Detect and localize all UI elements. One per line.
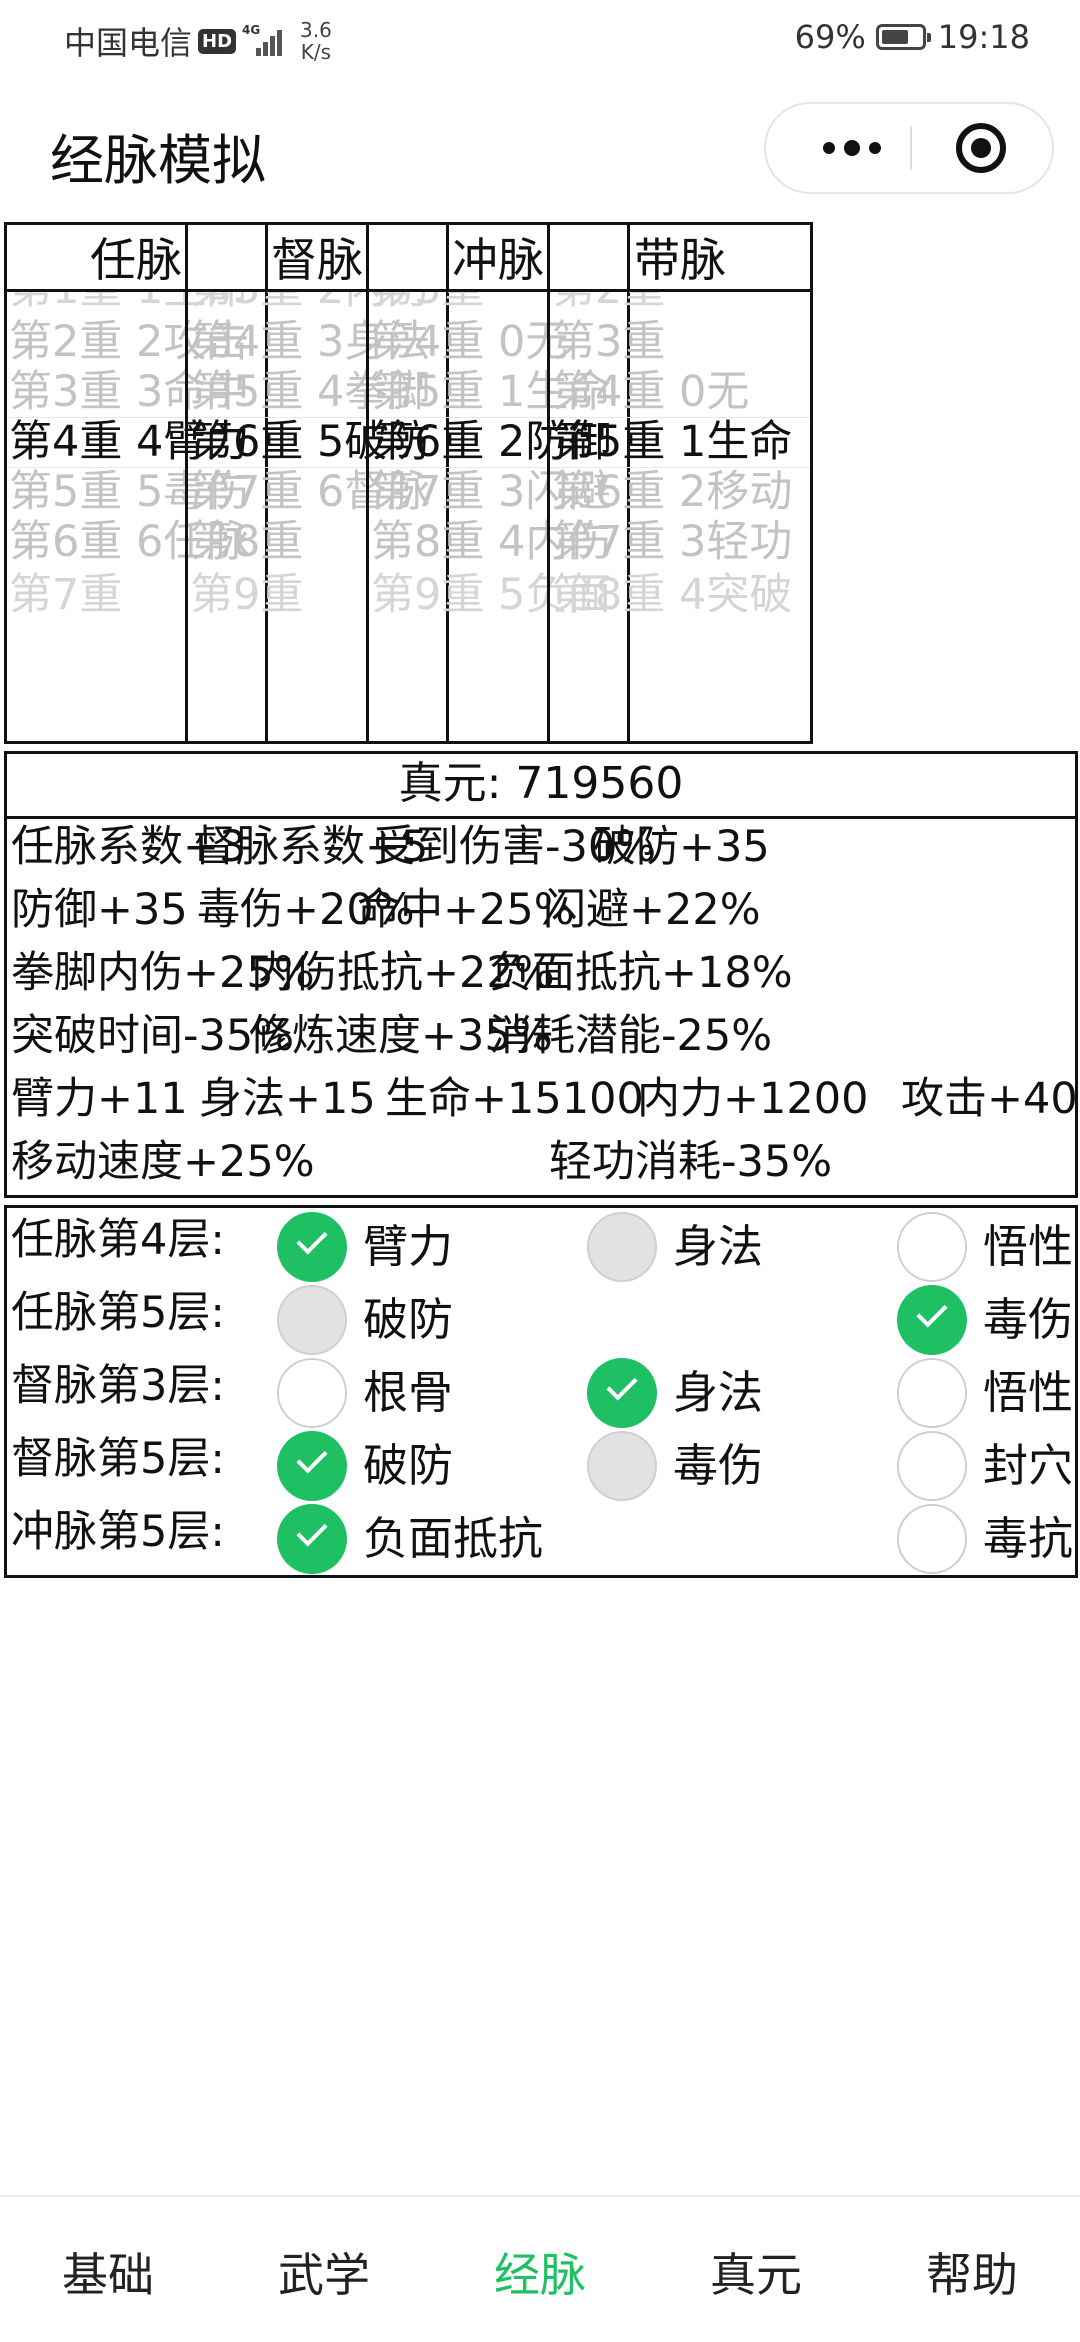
choice-row-chongmai-5: 冲脉第5层: 负面抵抗 毒抗 bbox=[7, 1502, 1075, 1576]
option-label[interactable]: 臂力 bbox=[363, 1212, 453, 1282]
option-pofang[interactable]: 破防 bbox=[277, 1431, 453, 1501]
carrier-name: 中国电信 bbox=[64, 24, 193, 62]
stat-item: 身法+15 bbox=[199, 1074, 376, 1124]
option-dushang[interactable]: 毒伤 bbox=[897, 1285, 1075, 1355]
option-label[interactable]: 根骨 bbox=[363, 1358, 453, 1428]
picker-header: 带脉 bbox=[550, 225, 810, 292]
radio-icon[interactable] bbox=[587, 1358, 657, 1428]
signal-icon: 4G bbox=[242, 23, 283, 56]
choice-row-label: 冲脉第5层: bbox=[11, 1507, 225, 1557]
network-speed: 3.6 K/s bbox=[300, 19, 332, 63]
tab-jingmai[interactable]: 经脉 bbox=[432, 2239, 648, 2305]
option-shenfa[interactable]: 身法 bbox=[587, 1212, 763, 1282]
radio-icon[interactable] bbox=[897, 1285, 967, 1355]
close-miniprogram-icon[interactable] bbox=[956, 123, 1006, 173]
stat-item: 轻功消耗-35% bbox=[549, 1137, 833, 1187]
option-dushang[interactable]: 毒伤 bbox=[587, 1431, 763, 1501]
stats-panel: 真元: 719560 任脉系数+3 督脉系数+5 受到伤害-30% 破防+35 … bbox=[4, 751, 1078, 1198]
choice-row-renmai-4: 任脉第4层: 臂力 身法 悟性 bbox=[7, 1210, 1075, 1284]
speed-value: 3.6 bbox=[300, 18, 332, 42]
picker-wheel[interactable]: 第2重 第3重 第4重 0无 第5重 1生命 第6重 2移动 第7重 3轻功 第… bbox=[550, 292, 810, 741]
option-dukang[interactable]: 毒抗 bbox=[897, 1504, 1075, 1574]
zhenyuan-total: 真元: 719560 bbox=[7, 754, 1075, 819]
stat-item: 臂力+11 bbox=[11, 1074, 188, 1124]
stat-item: 移动速度+25% bbox=[11, 1137, 315, 1187]
radio-icon[interactable] bbox=[277, 1504, 347, 1574]
option-wuxing[interactable]: 悟性 bbox=[897, 1212, 1075, 1282]
radio-icon[interactable] bbox=[897, 1212, 967, 1282]
option-label[interactable]: 负面抵抗 bbox=[363, 1504, 543, 1574]
stat-item: 命中+25% bbox=[357, 885, 575, 935]
option-label[interactable]: 悟性 bbox=[983, 1358, 1073, 1428]
tab-bangzhu[interactable]: 帮助 bbox=[864, 2239, 1080, 2305]
radio-icon[interactable] bbox=[587, 1212, 657, 1282]
option-label[interactable]: 身法 bbox=[673, 1358, 763, 1428]
choice-row-label: 督脉第3层: bbox=[11, 1361, 225, 1411]
radio-icon[interactable] bbox=[897, 1358, 967, 1428]
stat-item: 破防+35 bbox=[593, 822, 770, 872]
page-title: 经脉模拟 bbox=[50, 129, 266, 192]
radio-icon[interactable] bbox=[277, 1431, 347, 1501]
picker-option[interactable]: 第7重 bbox=[7, 558, 122, 632]
status-left: 中国电信 HD 4G 3.6 K/s bbox=[64, 18, 332, 64]
status-right: 69% 19:18 bbox=[795, 18, 1030, 56]
tab-jichu[interactable]: 基础 bbox=[0, 2239, 216, 2305]
status-bar: 中国电信 HD 4G 3.6 K/s 69% 19:18 bbox=[0, 0, 1080, 80]
radio-icon[interactable] bbox=[277, 1212, 347, 1282]
tab-wuxue[interactable]: 武学 bbox=[216, 2239, 432, 2305]
stat-item: 攻击+40 bbox=[901, 1074, 1078, 1124]
title-bar: 经脉模拟 bbox=[0, 80, 1080, 220]
capsule-divider bbox=[910, 126, 912, 170]
more-menu-button[interactable] bbox=[802, 104, 902, 192]
stat-item: 消耗潜能-25% bbox=[489, 1011, 773, 1061]
radio-icon[interactable] bbox=[277, 1358, 347, 1428]
speed-unit: K/s bbox=[300, 40, 332, 64]
picker-daimai[interactable]: 带脉 第2重 第3重 第4重 0无 第5重 1生命 第6重 2移动 第7重 3轻… bbox=[547, 222, 813, 744]
meridian-pickers: 任脉 第1重 1生命 第2重 2攻击 第3重 3命中 第4重 4臂力 第5重 5… bbox=[4, 222, 1078, 744]
stat-item: 生命+15100 bbox=[385, 1074, 644, 1124]
option-gengu[interactable]: 根骨 bbox=[277, 1358, 453, 1428]
more-dots-icon bbox=[823, 142, 835, 154]
stat-item: 闪避+22% bbox=[543, 885, 761, 935]
option-label[interactable]: 身法 bbox=[673, 1212, 763, 1282]
miniprogram-capsule bbox=[764, 102, 1054, 194]
stat-item: 防御+35 bbox=[11, 885, 188, 935]
choice-row-dumai-3: 督脉第3层: 根骨 身法 悟性 bbox=[7, 1356, 1075, 1430]
stat-item: 负面抵抗+18% bbox=[489, 948, 793, 998]
option-label[interactable]: 毒伤 bbox=[983, 1285, 1073, 1355]
choice-row-dumai-5: 督脉第5层: 破防 毒伤 封穴 bbox=[7, 1429, 1075, 1503]
option-shenfa[interactable]: 身法 bbox=[587, 1358, 763, 1428]
battery-percent: 69% bbox=[794, 18, 866, 56]
option-label[interactable]: 破防 bbox=[363, 1431, 453, 1501]
bottom-tab-bar: 基础 武学 经脉 真元 帮助 bbox=[0, 2195, 1080, 2342]
radio-icon[interactable] bbox=[277, 1285, 347, 1355]
option-label[interactable]: 毒伤 bbox=[673, 1431, 763, 1501]
layer-choices: 任脉第4层: 臂力 身法 悟性 任脉第5层: 破防 毒伤 督脉第3层: 根骨 身… bbox=[4, 1205, 1078, 1578]
option-label[interactable]: 封穴 bbox=[983, 1431, 1073, 1501]
stat-item: 内力+1200 bbox=[637, 1074, 869, 1124]
tab-zhenyuan[interactable]: 真元 bbox=[648, 2239, 864, 2305]
option-label[interactable]: 悟性 bbox=[983, 1212, 1073, 1282]
option-label[interactable]: 破防 bbox=[363, 1285, 453, 1355]
picker-option[interactable]: 第8重 4突破 bbox=[550, 558, 792, 632]
option-label[interactable]: 毒抗 bbox=[983, 1504, 1073, 1574]
choice-row-renmai-5: 任脉第5层: 破防 毒伤 bbox=[7, 1283, 1075, 1357]
network-type: 4G bbox=[242, 23, 261, 37]
clock: 19:18 bbox=[937, 18, 1030, 56]
choice-row-label: 任脉第5层: bbox=[11, 1288, 225, 1338]
option-fengxue[interactable]: 封穴 bbox=[897, 1431, 1075, 1501]
battery-icon bbox=[875, 24, 931, 50]
option-pofang[interactable]: 破防 bbox=[277, 1285, 453, 1355]
choice-row-label: 任脉第4层: bbox=[11, 1215, 225, 1265]
option-wuxing[interactable]: 悟性 bbox=[897, 1358, 1075, 1428]
radio-icon[interactable] bbox=[587, 1431, 657, 1501]
radio-icon[interactable] bbox=[897, 1504, 967, 1574]
hd-badge: HD bbox=[198, 28, 237, 54]
radio-icon[interactable] bbox=[897, 1431, 967, 1501]
option-fumian-dikang[interactable]: 负面抵抗 bbox=[277, 1504, 557, 1574]
option-biili[interactable]: 臂力 bbox=[277, 1212, 453, 1282]
choice-row-label: 督脉第5层: bbox=[11, 1434, 225, 1484]
picker-option[interactable]: 第9重 bbox=[188, 558, 303, 632]
